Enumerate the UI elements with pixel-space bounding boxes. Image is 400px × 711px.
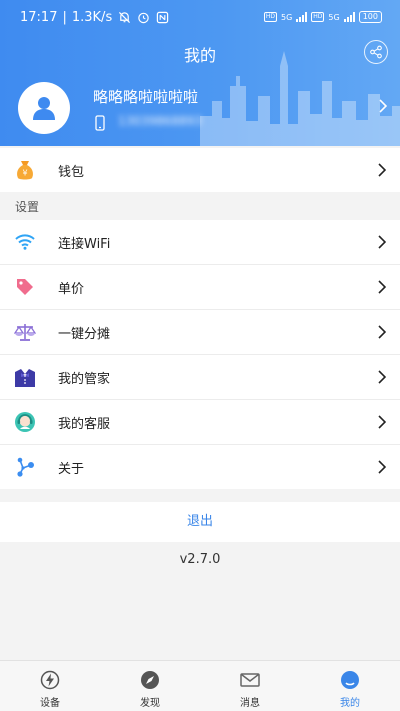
scale-icon [14, 321, 36, 343]
menu-item-wifi[interactable]: 连接WiFi [0, 220, 400, 264]
chevron-right-icon [378, 415, 386, 429]
status-time: 17:17 [20, 10, 58, 25]
avatar[interactable] [18, 82, 70, 134]
user-face-icon [340, 670, 360, 690]
status-bar: 17:17 | 1.3K/s HD 5G HD 5G 100 [0, 0, 400, 36]
signal-bars-icon [296, 12, 308, 22]
username: 略略略啦啦啦啦 [93, 88, 199, 106]
node-network-icon [14, 456, 36, 478]
menu-label-about: 关于 [58, 462, 85, 477]
chevron-right-icon [378, 163, 386, 177]
hd-badge-2: HD [311, 12, 325, 22]
svg-text:¥: ¥ [22, 169, 27, 178]
tab-label-discover: 发现 [140, 698, 160, 709]
logout-button[interactable]: 退出 [0, 502, 400, 542]
menu-item-unit-price[interactable]: 单价 [0, 265, 400, 309]
compass-icon [140, 670, 160, 690]
alarm-clock-icon [136, 11, 150, 25]
menu-label-customer-service: 我的客服 [58, 417, 111, 432]
price-tag-icon [14, 276, 36, 298]
headset-agent-icon [14, 411, 36, 433]
wifi-icon [14, 231, 36, 253]
user-icon [33, 97, 55, 120]
envelope-icon [240, 670, 260, 690]
menu-label-butler: 我的管家 [58, 372, 111, 387]
chevron-right-icon [378, 235, 386, 249]
signal-bars-icon [343, 12, 355, 22]
tab-discover[interactable]: 发现 [100, 661, 200, 711]
chevron-right-icon [378, 460, 386, 474]
menu-item-wallet[interactable]: ¥ 钱包 [0, 148, 400, 192]
menu-label-split: 一键分摊 [58, 327, 111, 342]
bottom-tab-bar: 设备 发现 消息 我的 [0, 660, 400, 711]
network-speed: 1.3K/s [71, 10, 113, 25]
chevron-right-icon [378, 325, 386, 339]
tab-device[interactable]: 设备 [0, 661, 100, 711]
mute-bell-icon [117, 11, 131, 25]
tab-label-mine: 我的 [340, 698, 360, 709]
menu-label-wallet: 钱包 [58, 165, 85, 180]
share-button[interactable] [364, 40, 388, 64]
signal-label-1: 5G [280, 12, 293, 22]
chevron-right-icon [378, 370, 386, 384]
money-bag-icon: ¥ [14, 159, 36, 181]
tab-mine[interactable]: 我的 [300, 661, 400, 711]
tab-label-message: 消息 [240, 698, 260, 709]
phone-icon [95, 115, 105, 131]
tab-message[interactable]: 消息 [200, 661, 300, 711]
chevron-right-icon [378, 280, 386, 294]
page-title: 我的 [183, 46, 216, 65]
menu-label-unit-price: 单价 [58, 282, 85, 297]
share-icon [370, 45, 382, 59]
menu-item-about[interactable]: 关于 [0, 445, 400, 489]
tab-label-device: 设备 [40, 698, 60, 709]
signal-label-2: 5G [328, 12, 340, 22]
app-version: v2.7.0 [179, 552, 221, 567]
nfc-icon [155, 11, 169, 25]
profile-header: 17:17 | 1.3K/s HD 5G HD 5G 100 我的 略略略啦啦啦… [0, 0, 400, 146]
hd-badge-1: HD [263, 12, 277, 22]
lightning-icon [40, 670, 60, 690]
battery-indicator: 100 [358, 11, 382, 23]
section-header-settings: 设置 [15, 200, 40, 214]
menu-label-wifi: 连接WiFi [58, 237, 111, 252]
menu-item-split[interactable]: 一键分摊 [0, 310, 400, 354]
menu-item-customer-service[interactable]: 我的客服 [0, 400, 400, 444]
phone-number: 13039868893 [118, 114, 202, 128]
menu-item-butler[interactable]: 我的管家 [0, 355, 400, 399]
chevron-right-icon[interactable] [378, 98, 388, 114]
butler-icon [14, 366, 36, 388]
